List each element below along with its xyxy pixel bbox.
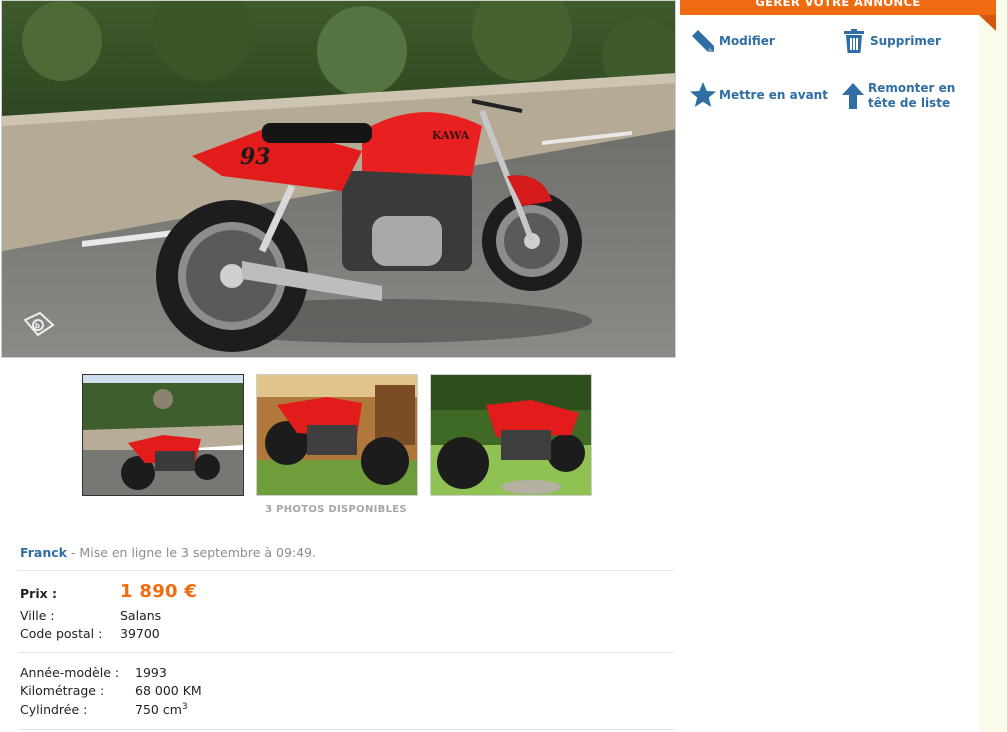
svg-text:KAWA: KAWA	[432, 129, 470, 142]
edit-label: Modifier	[719, 33, 775, 48]
thumbnail-image	[257, 375, 417, 495]
postcode-value: 39700	[120, 626, 160, 641]
camera-logo-icon: b	[22, 310, 56, 338]
photos-count-label: 3 PHOTOS DISPONIBLES	[265, 504, 407, 515]
bump-to-top-label: Remonter en tête de liste	[868, 81, 956, 110]
svg-text:93: 93	[240, 144, 271, 170]
bump-to-top-button[interactable]: Remonter en tête de liste	[840, 81, 970, 111]
edit-button[interactable]: Modifier	[689, 27, 775, 55]
price-value: 1 890 €	[120, 581, 198, 602]
thumbnail-image	[83, 375, 243, 495]
year-value: 1993	[135, 665, 167, 680]
thumbnail-2[interactable]	[256, 374, 418, 496]
displacement-unit-exponent: 3	[181, 702, 188, 712]
divider	[18, 652, 674, 653]
displacement-number: 750 cm	[135, 702, 182, 718]
displacement-label: Cylindrée :	[20, 702, 88, 717]
svg-text:b: b	[35, 322, 40, 330]
feature-button[interactable]: Mettre en avant	[689, 81, 828, 109]
delete-button[interactable]: Supprimer	[840, 27, 941, 55]
thumbnail-3[interactable]	[430, 374, 592, 496]
delete-label: Supprimer	[870, 33, 941, 48]
displacement-value: 750 cm3	[135, 702, 188, 717]
motorcycle-photo: 93 KAWA	[2, 1, 675, 357]
postcode-label: Code postal :	[20, 626, 103, 641]
author-line: Franck - Mise en ligne le 3 septembre à …	[20, 545, 316, 560]
posted-date: - Mise en ligne le 3 septembre à 09:49.	[70, 545, 316, 560]
trash-icon	[840, 27, 868, 55]
main-photo[interactable]: 93 KAWA b	[1, 0, 676, 358]
thumbnail-image	[431, 375, 591, 495]
city-value: Salans	[120, 608, 162, 623]
pencil-icon	[689, 27, 717, 55]
star-icon	[689, 81, 717, 109]
mileage-value: 68 000 KM	[135, 683, 202, 698]
divider	[18, 729, 674, 730]
feature-label: Mettre en avant	[719, 87, 828, 102]
year-label: Année-modèle :	[20, 665, 120, 680]
city-label: Ville :	[20, 608, 55, 623]
right-side-strip	[979, 0, 1007, 732]
header-fold-corner	[979, 15, 996, 31]
mileage-label: Kilométrage :	[20, 683, 105, 698]
divider	[18, 570, 674, 571]
arrow-up-icon	[840, 82, 866, 110]
manage-ad-header: GÉRER VOTRE ANNONCE	[680, 0, 996, 15]
author-link[interactable]: Franck	[20, 545, 67, 560]
price-label: Prix :	[20, 586, 58, 601]
thumbnail-1[interactable]	[82, 374, 244, 496]
